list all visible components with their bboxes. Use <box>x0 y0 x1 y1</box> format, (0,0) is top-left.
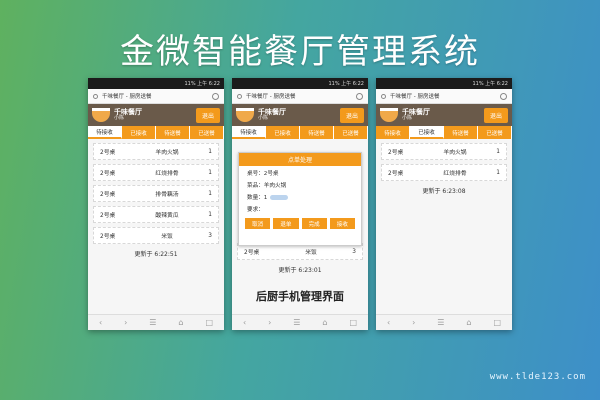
logout-button[interactable]: 退出 <box>195 107 220 123</box>
tab-accepted[interactable]: 已接收 <box>122 126 156 139</box>
forward-icon[interactable]: › <box>124 318 127 327</box>
forward-icon[interactable]: › <box>268 318 271 327</box>
order-row[interactable]: 2号桌 红烧排骨 1 <box>381 164 507 181</box>
brand-name: 千味餐厅 <box>114 108 142 117</box>
back-icon[interactable]: ‹ <box>387 318 390 327</box>
dialog-table: 桌号：2号桌 <box>247 171 279 177</box>
updated-time: 更新于 6:23:08 <box>422 188 466 195</box>
status-bar: 11% 上午 6:22 <box>88 78 224 89</box>
reload-icon[interactable] <box>212 92 219 100</box>
restaurant-logo-icon <box>92 108 110 122</box>
tabs-icon[interactable]: □ <box>349 318 357 327</box>
reload-icon[interactable] <box>356 92 363 100</box>
home-icon[interactable]: ⌂ <box>322 318 327 327</box>
tab-accepted[interactable]: 已接收 <box>266 126 300 139</box>
dialog-qty: 数量：1 <box>239 190 361 202</box>
tab-to-deliver[interactable]: 待送餐 <box>300 126 334 139</box>
tab-to-deliver[interactable]: 待送餐 <box>444 126 478 139</box>
brand-name: 千味餐厅 <box>258 108 286 117</box>
app-header: 千味餐厅 小陈 退出 <box>232 104 368 126</box>
user-name: 小陈 <box>258 115 269 122</box>
order-tabs: 待接收 已接收 待送餐 已送餐 <box>376 126 512 139</box>
back-icon[interactable]: ‹ <box>99 318 102 327</box>
accept-button[interactable]: 接收 <box>329 218 355 229</box>
menu-icon[interactable]: ☰ <box>437 318 444 327</box>
browser-nav: ‹ › ☰ ⌂ □ <box>376 314 512 330</box>
phone-screen-3: 11% 上午 6:22 千味餐厅 - 厨房送餐 千味餐厅 小陈 退出 待接收 已… <box>376 78 512 330</box>
dialog-title: 点单处理 <box>239 153 361 166</box>
globe-icon <box>237 93 242 99</box>
home-icon[interactable]: ⌂ <box>466 318 471 327</box>
brand-name: 千味餐厅 <box>402 108 430 117</box>
order-tabs: 待接收 已接收 待送餐 已送餐 <box>88 126 224 139</box>
reject-button[interactable]: 退单 <box>273 218 299 229</box>
restaurant-logo-icon <box>236 108 254 122</box>
user-name: 小陈 <box>114 115 125 122</box>
qty-stepper[interactable] <box>270 195 289 200</box>
address-bar[interactable]: 千味餐厅 - 厨房送餐 <box>376 89 512 104</box>
tabs-icon[interactable]: □ <box>493 318 501 327</box>
cancel-button[interactable]: 取消 <box>245 218 271 229</box>
tab-delivered[interactable]: 已送餐 <box>478 126 512 139</box>
order-dialog: 点单处理 桌号：2号桌 菜品：羊肉火锅 数量：1 要求： 取消 退单 完成 接收 <box>238 152 362 246</box>
order-row[interactable]: 2号桌 排骨藕汤 1 <box>93 185 219 202</box>
browser-nav: ‹ › ☰ ⌂ □ <box>88 314 224 330</box>
order-list: 2号桌 羊肉火锅 1 2号桌 红烧排骨 1 <box>376 139 512 181</box>
forward-icon[interactable]: › <box>412 318 415 327</box>
complete-button[interactable]: 完成 <box>301 218 327 229</box>
logout-button[interactable]: 退出 <box>339 107 364 123</box>
page-title: 金微智能餐厅管理系统 <box>120 32 480 72</box>
menu-icon[interactable]: ☰ <box>149 318 156 327</box>
phone-screen-1: 11% 上午 6:22 千味餐厅 - 厨房送餐 千味餐厅 小陈 退出 待接收 已… <box>88 78 224 330</box>
order-row[interactable]: 2号桌 红烧排骨 1 <box>93 164 219 181</box>
reload-icon[interactable] <box>500 92 507 100</box>
tab-pending[interactable]: 待接收 <box>376 126 410 139</box>
menu-icon[interactable]: ☰ <box>293 318 300 327</box>
tabs-icon[interactable]: □ <box>205 318 213 327</box>
status-bar: 11% 上午 6:22 <box>232 78 368 89</box>
restaurant-logo-icon <box>380 108 398 122</box>
watermark: www.tlde123.com <box>489 372 586 382</box>
order-row[interactable]: 2号桌 米饭 3 <box>93 227 219 244</box>
order-row[interactable]: 2号桌 羊肉火锅 1 <box>93 143 219 160</box>
dialog-note: 要求： <box>247 207 264 213</box>
screen-caption: 后厨手机管理界面 <box>256 290 344 303</box>
dialog-dish: 菜品：羊肉火锅 <box>247 183 287 189</box>
tab-delivered[interactable]: 已送餐 <box>334 126 368 139</box>
order-row[interactable]: 2号桌 酸辣黄瓜 1 <box>93 206 219 223</box>
updated-time: 更新于 6:22:51 <box>134 251 178 258</box>
app-header: 千味餐厅 小陈 退出 <box>376 104 512 126</box>
phone-screen-2: 11% 上午 6:22 千味餐厅 - 厨房送餐 千味餐厅 小陈 退出 待接收 已… <box>232 78 368 330</box>
tab-delivered[interactable]: 已送餐 <box>190 126 224 139</box>
user-name: 小陈 <box>402 115 413 122</box>
order-list: 2号桌 羊肉火锅 1 2号桌 红烧排骨 1 2号桌 排骨藕汤 1 2号桌 酸辣黄瓜 1 2号桌米… <box>88 139 224 244</box>
home-icon[interactable]: ⌂ <box>178 318 183 327</box>
logout-button[interactable]: 退出 <box>483 107 508 123</box>
order-row[interactable]: 2号桌 羊肉火锅 1 <box>381 143 507 160</box>
address-bar[interactable]: 千味餐厅 - 厨房送餐 <box>232 89 368 104</box>
back-icon[interactable]: ‹ <box>243 318 246 327</box>
tab-to-deliver[interactable]: 待送餐 <box>156 126 190 139</box>
app-header: 千味餐厅 小陈 退出 <box>88 104 224 126</box>
tab-accepted[interactable]: 已接收 <box>410 126 444 139</box>
browser-nav: ‹ › ☰ ⌂ □ <box>232 314 368 330</box>
globe-icon <box>381 93 386 99</box>
order-tabs: 待接收 已接收 待送餐 已送餐 <box>232 126 368 139</box>
tab-pending[interactable]: 待接收 <box>88 126 122 139</box>
updated-time: 更新于 6:23:01 <box>278 267 322 274</box>
tab-pending[interactable]: 待接收 <box>232 126 266 139</box>
globe-icon <box>93 93 98 99</box>
address-bar[interactable]: 千味餐厅 - 厨房送餐 <box>88 89 224 104</box>
status-bar: 11% 上午 6:22 <box>376 78 512 89</box>
